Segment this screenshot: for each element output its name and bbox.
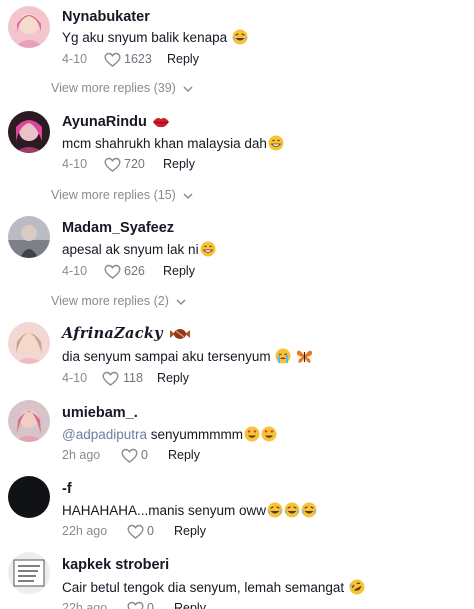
rolling-laughing-face-icon [349,579,365,595]
comment-text-content: apesal ak snyum lak ni [62,242,199,257]
avatar[interactable] [8,216,50,258]
view-more-replies-label: View more replies (15) [51,188,176,202]
reply-button[interactable]: Reply [174,601,206,609]
avatar[interactable] [8,111,50,153]
avatar[interactable] [8,322,50,364]
comment-text: HAHAHAHA...manis senyum oww [62,502,317,518]
heart-icon[interactable] [104,52,121,68]
laughing-face-icon [284,502,300,518]
comment-text: dia senyum sampai aku tersenyum [62,348,313,364]
reply-button[interactable]: Reply [174,524,206,538]
username[interactable]: -f [62,481,72,497]
mention-link[interactable]: @adpadiputra [62,427,147,442]
username[interactable]: Nynabukater [62,9,150,25]
comment-date: 4-10 [62,157,88,171]
comment-date: 2h ago [62,448,101,462]
reply-button[interactable]: Reply [168,448,200,462]
avatar[interactable] [8,400,50,442]
view-more-replies[interactable]: View more replies (2) [51,294,186,309]
comment-text: apesal ak snyum lak ni [62,241,216,257]
heart-eyes-face-icon [261,426,277,442]
chevron-down-icon [183,189,193,203]
laughing-face-icon [301,502,317,518]
laughing-face-icon [232,29,248,45]
reply-button[interactable]: Reply [167,52,199,66]
like-count: 0 [141,448,148,462]
comment-text-content: Yg aku snyum balik kenapa [62,30,228,45]
comment-text: @adpadiputra senyummmmm [62,426,277,442]
heart-icon[interactable] [127,601,144,609]
crying-face-icon [275,348,291,364]
avatar[interactable] [8,6,50,48]
comment-date: 4-10 [62,371,88,385]
username[interactable]: AfrinaZacky [62,325,191,342]
chevron-down-icon [183,82,193,96]
laughing-face-icon [267,502,283,518]
lips-icon [152,115,170,129]
like-count: 1623 [124,52,152,66]
username[interactable]: AyunaRindu [62,114,170,130]
heart-icon[interactable] [102,371,119,387]
like-count: 118 [123,371,143,385]
like-count: 626 [124,264,145,278]
comment-text-content: senyummmmm [147,427,244,442]
view-more-replies[interactable]: View more replies (15) [51,188,193,203]
username[interactable]: umiebam_. [62,405,138,421]
view-more-replies[interactable]: View more replies (39) [51,81,193,96]
username[interactable]: Madam_Syafeez [62,220,174,236]
avatar[interactable] [8,552,50,594]
butterfly-icon [296,348,313,364]
reply-button[interactable]: Reply [157,371,189,385]
comment-text-content: HAHAHAHA...manis senyum oww [62,503,267,518]
view-more-replies-label: View more replies (39) [51,81,176,95]
like-count: 0 [147,524,154,538]
comment-text: Cair betul tengok dia senyum, lemah sema… [62,579,365,595]
comment-text-content: mcm shahrukh khan malaysia dah [62,136,267,151]
comment-date: 4-10 [62,52,88,66]
like-count: 0 [147,601,154,609]
username[interactable]: kapkek stroberi [62,557,169,573]
comment-text: mcm shahrukh khan malaysia dah [62,135,284,151]
grinning-face-icon [268,135,284,151]
username-text: AfrinaZacky [62,325,163,342]
heart-icon[interactable] [121,448,138,464]
comment-date: 22h ago [62,524,108,538]
grinning-face-icon [200,241,216,257]
candy-icon [169,327,191,341]
like-count: 720 [124,157,145,171]
avatar[interactable] [8,476,50,518]
comment-date: 22h ago [62,601,108,609]
comment-text-content: dia senyum sampai aku tersenyum [62,349,271,364]
heart-eyes-face-icon [244,426,260,442]
reply-button[interactable]: Reply [163,157,195,171]
comment-text-content: Cair betul tengok dia senyum, lemah sema… [62,580,345,595]
username-text: AyunaRindu [62,114,147,130]
chevron-down-icon [176,295,186,309]
heart-icon[interactable] [104,264,121,280]
reply-button[interactable]: Reply [163,264,195,278]
view-more-replies-label: View more replies (2) [51,294,169,308]
heart-icon[interactable] [104,157,121,173]
comment-text: Yg aku snyum balik kenapa [62,29,248,45]
heart-icon[interactable] [127,524,144,540]
comment-date: 4-10 [62,264,88,278]
